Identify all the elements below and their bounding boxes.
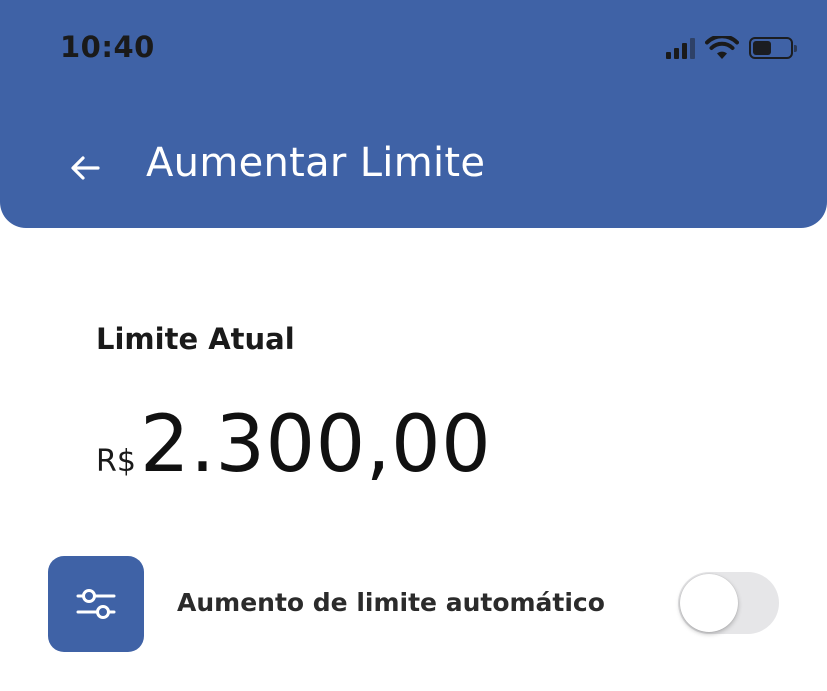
back-button[interactable] xyxy=(62,145,108,191)
current-limit-label: Limite Atual xyxy=(96,322,295,356)
auto-increase-toggle[interactable] xyxy=(678,572,779,634)
sliders-icon xyxy=(76,589,116,619)
arrow-left-icon xyxy=(71,156,100,180)
battery-icon xyxy=(749,37,797,59)
limit-value: 2.300,00 xyxy=(139,400,492,490)
current-limit-amount: R$ 2.300,00 xyxy=(96,400,491,490)
currency-symbol: R$ xyxy=(96,444,136,479)
toggle-knob xyxy=(680,574,738,632)
cellular-signal-icon xyxy=(666,37,695,59)
auto-increase-icon-tile xyxy=(48,556,144,652)
status-time: 10:40 xyxy=(60,30,155,64)
wifi-icon xyxy=(705,36,739,59)
status-icons xyxy=(666,36,797,60)
app-header: 10:40 Aumentar Limite xyxy=(0,0,827,228)
auto-increase-label: Aumento de limite automático xyxy=(177,588,605,617)
page-title: Aumentar Limite xyxy=(146,140,486,186)
